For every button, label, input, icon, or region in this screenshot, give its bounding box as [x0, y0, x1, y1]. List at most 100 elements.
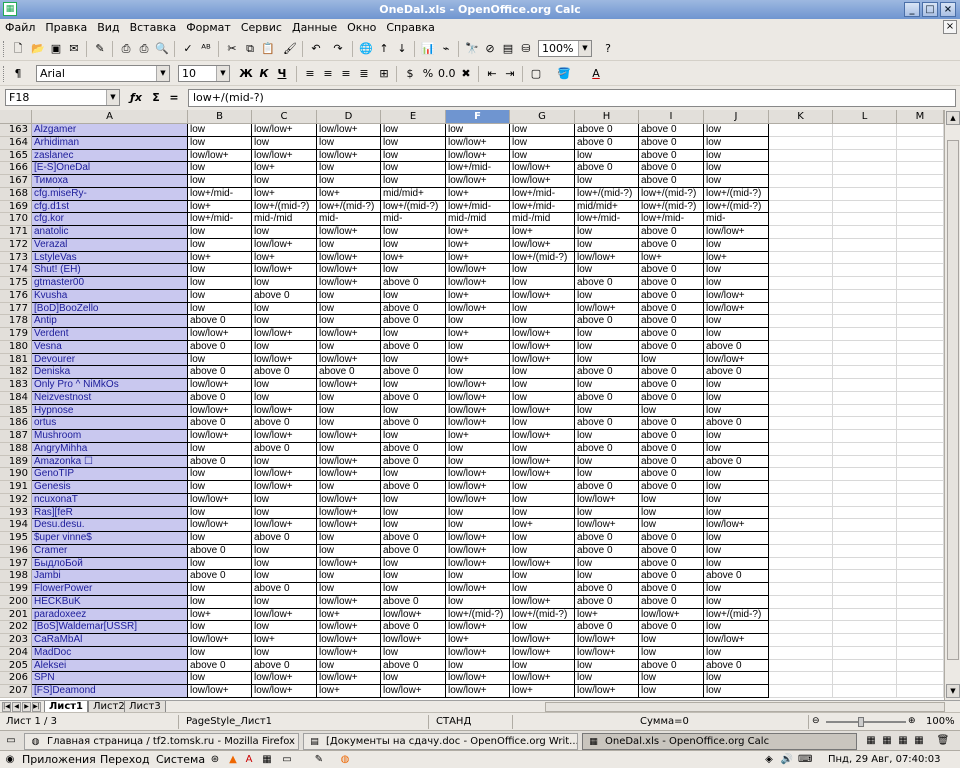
find-replace-icon[interactable]: 🔭: [464, 41, 480, 57]
empty-cell[interactable]: [833, 277, 897, 290]
row-header[interactable]: 201: [0, 608, 32, 622]
empty-cell[interactable]: [897, 136, 944, 150]
rating-cell[interactable]: low: [317, 532, 381, 545]
row-header[interactable]: 189: [0, 455, 32, 469]
prev-sheet-icon[interactable]: ◀: [12, 702, 21, 712]
justify-icon[interactable]: ≣: [356, 66, 372, 82]
rating-cell[interactable]: low+: [510, 519, 575, 532]
rating-cell[interactable]: low/low+: [317, 493, 381, 507]
name-box[interactable]: F18 ▼: [5, 89, 120, 106]
player-name-cell[interactable]: Aleksei: [32, 659, 188, 673]
rating-cell[interactable]: low/low+: [252, 519, 317, 532]
rating-cell[interactable]: low: [575, 506, 639, 520]
player-name-cell[interactable]: Тимоха: [32, 175, 188, 188]
rating-cell[interactable]: low: [575, 226, 639, 239]
column-header-e[interactable]: E: [381, 110, 446, 124]
empty-cell[interactable]: [833, 391, 897, 405]
player-name-cell[interactable]: ncuxonaT: [32, 493, 188, 507]
rating-cell[interactable]: above 0: [188, 455, 252, 469]
empty-cell[interactable]: [897, 583, 944, 596]
empty-cell[interactable]: [833, 238, 897, 252]
column-header-a[interactable]: A: [32, 110, 188, 124]
empty-cell[interactable]: [833, 340, 897, 354]
workspace-3-icon[interactable]: ▦: [896, 734, 910, 748]
rating-cell[interactable]: low/low+: [575, 646, 639, 660]
empty-cell[interactable]: [833, 328, 897, 341]
rating-cell[interactable]: low: [317, 302, 381, 316]
empty-cell[interactable]: [769, 430, 833, 443]
rating-cell[interactable]: above 0: [188, 391, 252, 405]
rating-cell[interactable]: low/low+: [510, 430, 575, 443]
row-header[interactable]: 188: [0, 442, 32, 456]
rating-cell[interactable]: low: [188, 162, 252, 175]
rating-cell[interactable]: low/low+: [704, 353, 769, 367]
currency-format-icon[interactable]: $: [402, 66, 418, 82]
rating-cell[interactable]: low+/(mid-?): [510, 251, 575, 265]
empty-cell[interactable]: [833, 136, 897, 150]
empty-cell[interactable]: [769, 340, 833, 354]
rating-cell[interactable]: low: [252, 621, 317, 634]
rating-cell[interactable]: low: [704, 264, 769, 277]
rating-cell[interactable]: low: [317, 404, 381, 418]
rating-cell[interactable]: low+: [381, 251, 446, 265]
rating-cell[interactable]: low/low+: [381, 685, 446, 698]
rating-cell[interactable]: low: [381, 430, 446, 443]
player-name-cell[interactable]: Alzgamer: [32, 124, 188, 137]
rating-cell[interactable]: low: [575, 340, 639, 354]
rating-cell[interactable]: low: [510, 264, 575, 277]
rating-cell[interactable]: low+/mid-: [639, 213, 704, 226]
empty-cell[interactable]: [833, 468, 897, 481]
empty-cell[interactable]: [833, 608, 897, 622]
empty-cell[interactable]: [769, 659, 833, 673]
rating-cell[interactable]: low: [510, 442, 575, 456]
rating-cell[interactable]: low: [639, 506, 704, 520]
rating-cell[interactable]: low: [252, 315, 317, 328]
row-header[interactable]: 167: [0, 175, 32, 188]
rating-cell[interactable]: low: [381, 583, 446, 596]
empty-cell[interactable]: [769, 264, 833, 277]
export-pdf-icon[interactable]: ⎙: [118, 41, 134, 57]
empty-cell[interactable]: [897, 634, 944, 647]
rating-cell[interactable]: above 0: [188, 340, 252, 354]
rating-cell[interactable]: low: [704, 136, 769, 150]
rating-cell[interactable]: low: [252, 493, 317, 507]
zoom-out-icon[interactable]: ⊖: [812, 716, 820, 726]
empty-cell[interactable]: [897, 493, 944, 507]
rating-cell[interactable]: above 0: [381, 417, 446, 430]
rating-cell[interactable]: low: [317, 391, 381, 405]
rating-cell[interactable]: low+: [446, 634, 510, 647]
rating-cell[interactable]: low: [575, 404, 639, 418]
rating-cell[interactable]: low: [188, 238, 252, 252]
rating-cell[interactable]: above 0: [575, 442, 639, 456]
rating-cell[interactable]: low: [381, 124, 446, 137]
empty-cell[interactable]: [833, 187, 897, 201]
rating-cell[interactable]: low: [510, 493, 575, 507]
merge-cells-icon[interactable]: ⊞: [376, 66, 392, 82]
rating-cell[interactable]: low: [510, 149, 575, 163]
column-header-c[interactable]: C: [252, 110, 317, 124]
rating-cell[interactable]: mid-: [381, 213, 446, 226]
empty-cell[interactable]: [897, 226, 944, 239]
rating-cell[interactable]: low: [510, 136, 575, 150]
rating-cell[interactable]: low/low+: [317, 468, 381, 481]
rating-cell[interactable]: above 0: [704, 659, 769, 673]
rating-cell[interactable]: low/low+: [446, 685, 510, 698]
rating-cell[interactable]: low/low+: [510, 175, 575, 188]
rating-cell[interactable]: low/low+: [381, 634, 446, 647]
empty-cell[interactable]: [769, 595, 833, 609]
rating-cell[interactable]: low+/mid-: [188, 187, 252, 201]
rating-cell[interactable]: low: [252, 175, 317, 188]
rating-cell[interactable]: low: [510, 570, 575, 583]
player-name-cell[interactable]: Verdent: [32, 328, 188, 341]
rating-cell[interactable]: low: [188, 302, 252, 316]
rating-cell[interactable]: low: [252, 277, 317, 290]
rating-cell[interactable]: low: [510, 506, 575, 520]
empty-cell[interactable]: [833, 455, 897, 469]
row-header[interactable]: 176: [0, 289, 32, 303]
rating-cell[interactable]: low: [575, 659, 639, 673]
empty-cell[interactable]: [833, 442, 897, 456]
rating-cell[interactable]: above 0: [704, 455, 769, 469]
bold-icon[interactable]: Ж: [238, 66, 254, 82]
navigator-icon[interactable]: ⊘: [482, 41, 498, 57]
rating-cell[interactable]: low/low+: [381, 608, 446, 622]
